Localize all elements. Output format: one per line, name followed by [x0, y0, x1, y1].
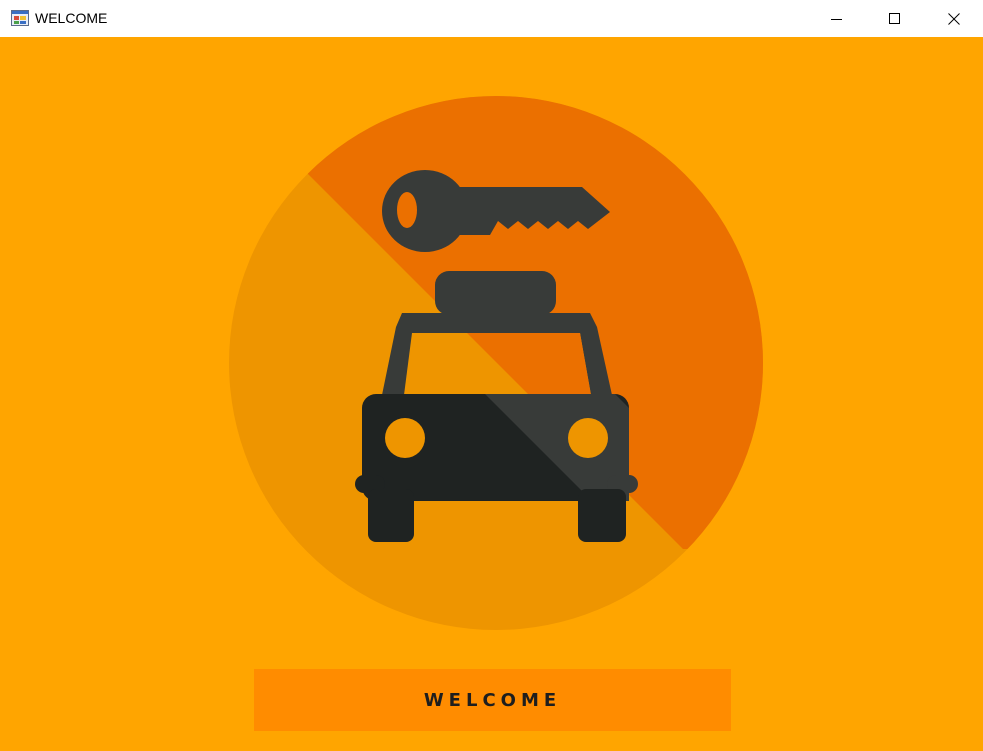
welcome-button-label: WELCOME: [423, 689, 562, 711]
title-bar[interactable]: WELCOME: [0, 0, 983, 37]
maximize-button[interactable]: [866, 0, 924, 37]
close-icon: [948, 12, 960, 25]
maximize-icon: [889, 12, 900, 24]
welcome-button[interactable]: WELCOME: [254, 669, 731, 731]
close-button[interactable]: [925, 0, 983, 37]
car-key-taxi-icon: [229, 96, 763, 630]
window-title: WELCOME: [35, 10, 108, 26]
taxi-sign: [435, 271, 556, 315]
main-panel: WELCOME: [0, 37, 983, 751]
minimize-icon: [831, 18, 842, 20]
app-window: WELCOME WELCOME: [0, 0, 983, 751]
minimize-button[interactable]: [808, 0, 866, 37]
windows-form-icon: [11, 10, 29, 26]
